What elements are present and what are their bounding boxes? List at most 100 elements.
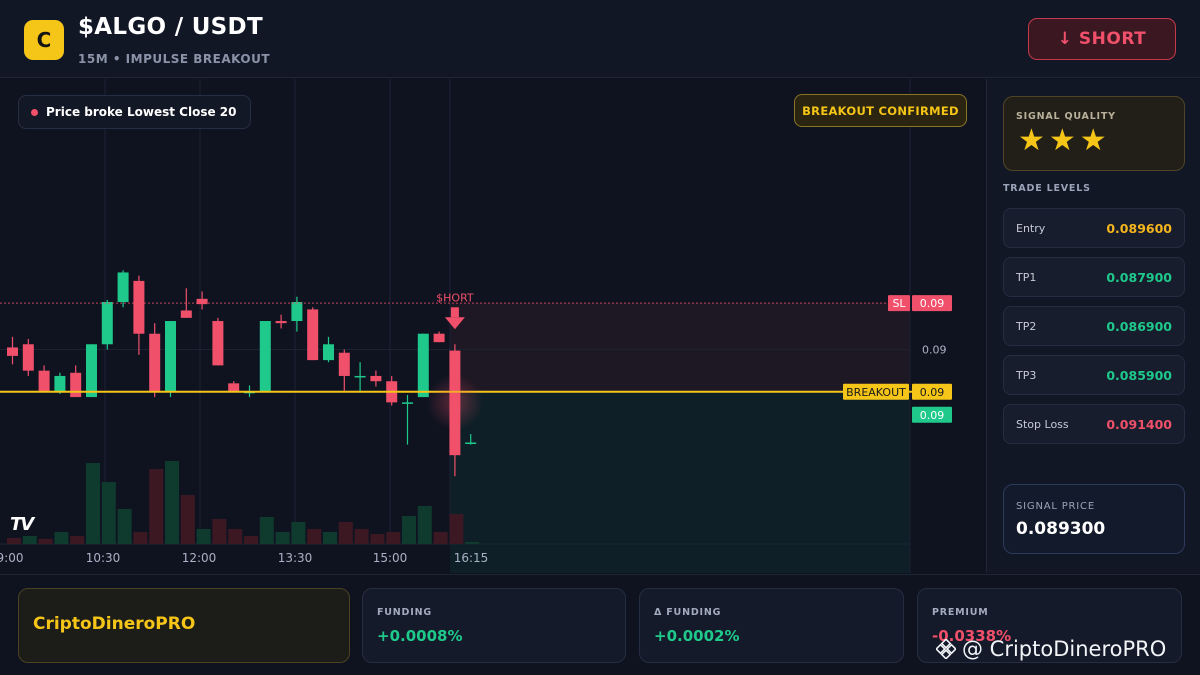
volume-bar xyxy=(212,519,227,544)
breakout-price-tag: 0.09 xyxy=(920,386,945,399)
app-logo: C xyxy=(24,20,64,60)
candle-body xyxy=(291,302,303,322)
sl-tag: SL xyxy=(892,297,906,310)
sl-price-tag: 0.09 xyxy=(920,297,945,310)
time-axis-label: 16:15 xyxy=(454,551,489,565)
level-tp3: TP3 0.085900 xyxy=(1003,355,1185,395)
candle-body xyxy=(7,347,18,356)
candle-body xyxy=(307,309,319,361)
pair-title: $ALGO / USDT xyxy=(78,14,263,40)
volume-bar xyxy=(38,539,53,544)
volume-bar xyxy=(117,509,132,544)
tradingview-logo[interactable]: TV xyxy=(10,514,34,535)
volume-bar xyxy=(323,532,337,544)
time-axis-label: 10:30 xyxy=(86,551,121,565)
price-chart[interactable]: $HORT SL 0.09 BREAKOUT 0.09 0.09 0.09 9:00 10:30… xyxy=(0,79,985,573)
signal-quality-label: SIGNAL QUALITY xyxy=(1016,111,1116,122)
time-axis-label: 13:30 xyxy=(278,551,313,565)
candle-body xyxy=(149,333,161,392)
delta-funding-value: +0.0002% xyxy=(654,627,740,645)
volume-bar xyxy=(228,529,243,544)
volume-bar xyxy=(449,514,464,544)
candle-body xyxy=(275,321,287,324)
volume-bar xyxy=(370,534,385,544)
candle-body xyxy=(117,272,129,303)
level-value: 0.085900 xyxy=(1106,368,1172,383)
footer-bar: CriptoDineroPRO FUNDING +0.0008% Δ FUNDI… xyxy=(0,574,1200,675)
signal-quality-card: SIGNAL QUALITY ★★★ xyxy=(1003,96,1185,171)
breakout-note-chip: Price broke Lowest Close 20 xyxy=(18,95,252,129)
candle-body xyxy=(70,372,82,398)
level-stop-loss: Stop Loss 0.091400 xyxy=(1003,404,1185,444)
volume-bar xyxy=(244,536,258,544)
signal-price-value: 0.089300 xyxy=(1016,519,1106,539)
volume-bar xyxy=(54,532,69,544)
level-name: TP1 xyxy=(1016,271,1037,284)
short-arrow-icon xyxy=(450,307,459,318)
volume-bar xyxy=(433,532,448,544)
signal-price-label: SIGNAL PRICE xyxy=(1016,501,1095,512)
signal-panel: SIGNAL QUALITY ★★★ TRADE LEVELS Entry 0.… xyxy=(986,79,1200,573)
volume-bar xyxy=(354,529,369,544)
volume-bar xyxy=(338,522,353,544)
candle-body xyxy=(465,442,477,444)
candle-body xyxy=(38,370,50,392)
volume-bar xyxy=(101,482,116,544)
candle-body xyxy=(323,344,334,361)
candle-body xyxy=(86,344,97,398)
candle-body xyxy=(212,321,224,366)
last-price-tag: 0.09 xyxy=(920,409,945,422)
watermark-text: @ CriptoDineroPRO xyxy=(962,637,1167,661)
volume-bar xyxy=(465,542,480,544)
breakout-confirmed-badge: BREAKOUT CONFIRMED xyxy=(794,94,967,127)
level-entry: Entry 0.089600 xyxy=(1003,208,1185,248)
trade-levels-title: TRADE LEVELS xyxy=(1003,183,1091,194)
volume-bar xyxy=(259,517,274,544)
volume-bar xyxy=(149,469,164,544)
candle-body xyxy=(370,375,382,382)
volume-bar xyxy=(7,538,21,544)
level-value: 0.086900 xyxy=(1106,319,1172,334)
level-tp2: TP2 0.086900 xyxy=(1003,306,1185,346)
price-axis-label: 0.09 xyxy=(922,344,947,357)
volume-bar xyxy=(22,536,37,544)
volume-bar xyxy=(86,463,100,544)
volume-bar xyxy=(402,516,416,544)
red-dot-icon xyxy=(31,108,38,116)
timeframe-subtitle: 15M • IMPULSE BREAKOUT xyxy=(78,52,271,66)
volume-bar xyxy=(386,532,401,544)
funding-card: FUNDING +0.0008% xyxy=(362,588,626,663)
candle-body xyxy=(259,321,271,392)
time-axis-label: 15:00 xyxy=(373,551,408,565)
level-value: 0.089600 xyxy=(1106,221,1172,236)
candle-body xyxy=(180,310,192,318)
level-name: TP3 xyxy=(1016,369,1037,382)
volume-bar xyxy=(133,532,148,544)
funding-value: +0.0008% xyxy=(377,627,463,645)
time-axis-label: 12:00 xyxy=(182,551,217,565)
volume-bar xyxy=(165,461,179,544)
short-button[interactable]: ↓ SHORT xyxy=(1028,18,1176,60)
header: C $ALGO / USDT 15M • IMPULSE BREAKOUT ↓ … xyxy=(0,0,1200,78)
watermark: @ CriptoDineroPRO xyxy=(936,637,1166,661)
candle-body xyxy=(22,344,34,371)
volume-bar xyxy=(70,536,85,544)
candle-body xyxy=(338,352,350,376)
volume-bar xyxy=(417,506,432,544)
funding-label: FUNDING xyxy=(377,607,432,618)
stop-loss-zone xyxy=(450,303,910,392)
delta-funding-label: Δ FUNDING xyxy=(654,607,722,618)
chart-canvas[interactable]: $HORT SL 0.09 BREAKOUT 0.09 0.09 0.09 9:00 10:30… xyxy=(0,79,985,573)
volume-bar xyxy=(275,532,290,544)
signal-price-card: SIGNAL PRICE 0.089300 xyxy=(1003,484,1185,554)
brand-card: CriptoDineroPRO xyxy=(18,588,350,663)
level-value: 0.087900 xyxy=(1106,270,1172,285)
candle-body xyxy=(228,383,240,392)
candle-body xyxy=(133,280,145,334)
candle-body xyxy=(402,402,413,404)
level-name: TP2 xyxy=(1016,320,1037,333)
signal-glow xyxy=(426,374,483,431)
premium-label: PREMIUM xyxy=(932,607,989,618)
brand-name: CriptoDineroPRO xyxy=(33,614,196,634)
candle-body xyxy=(433,333,445,343)
